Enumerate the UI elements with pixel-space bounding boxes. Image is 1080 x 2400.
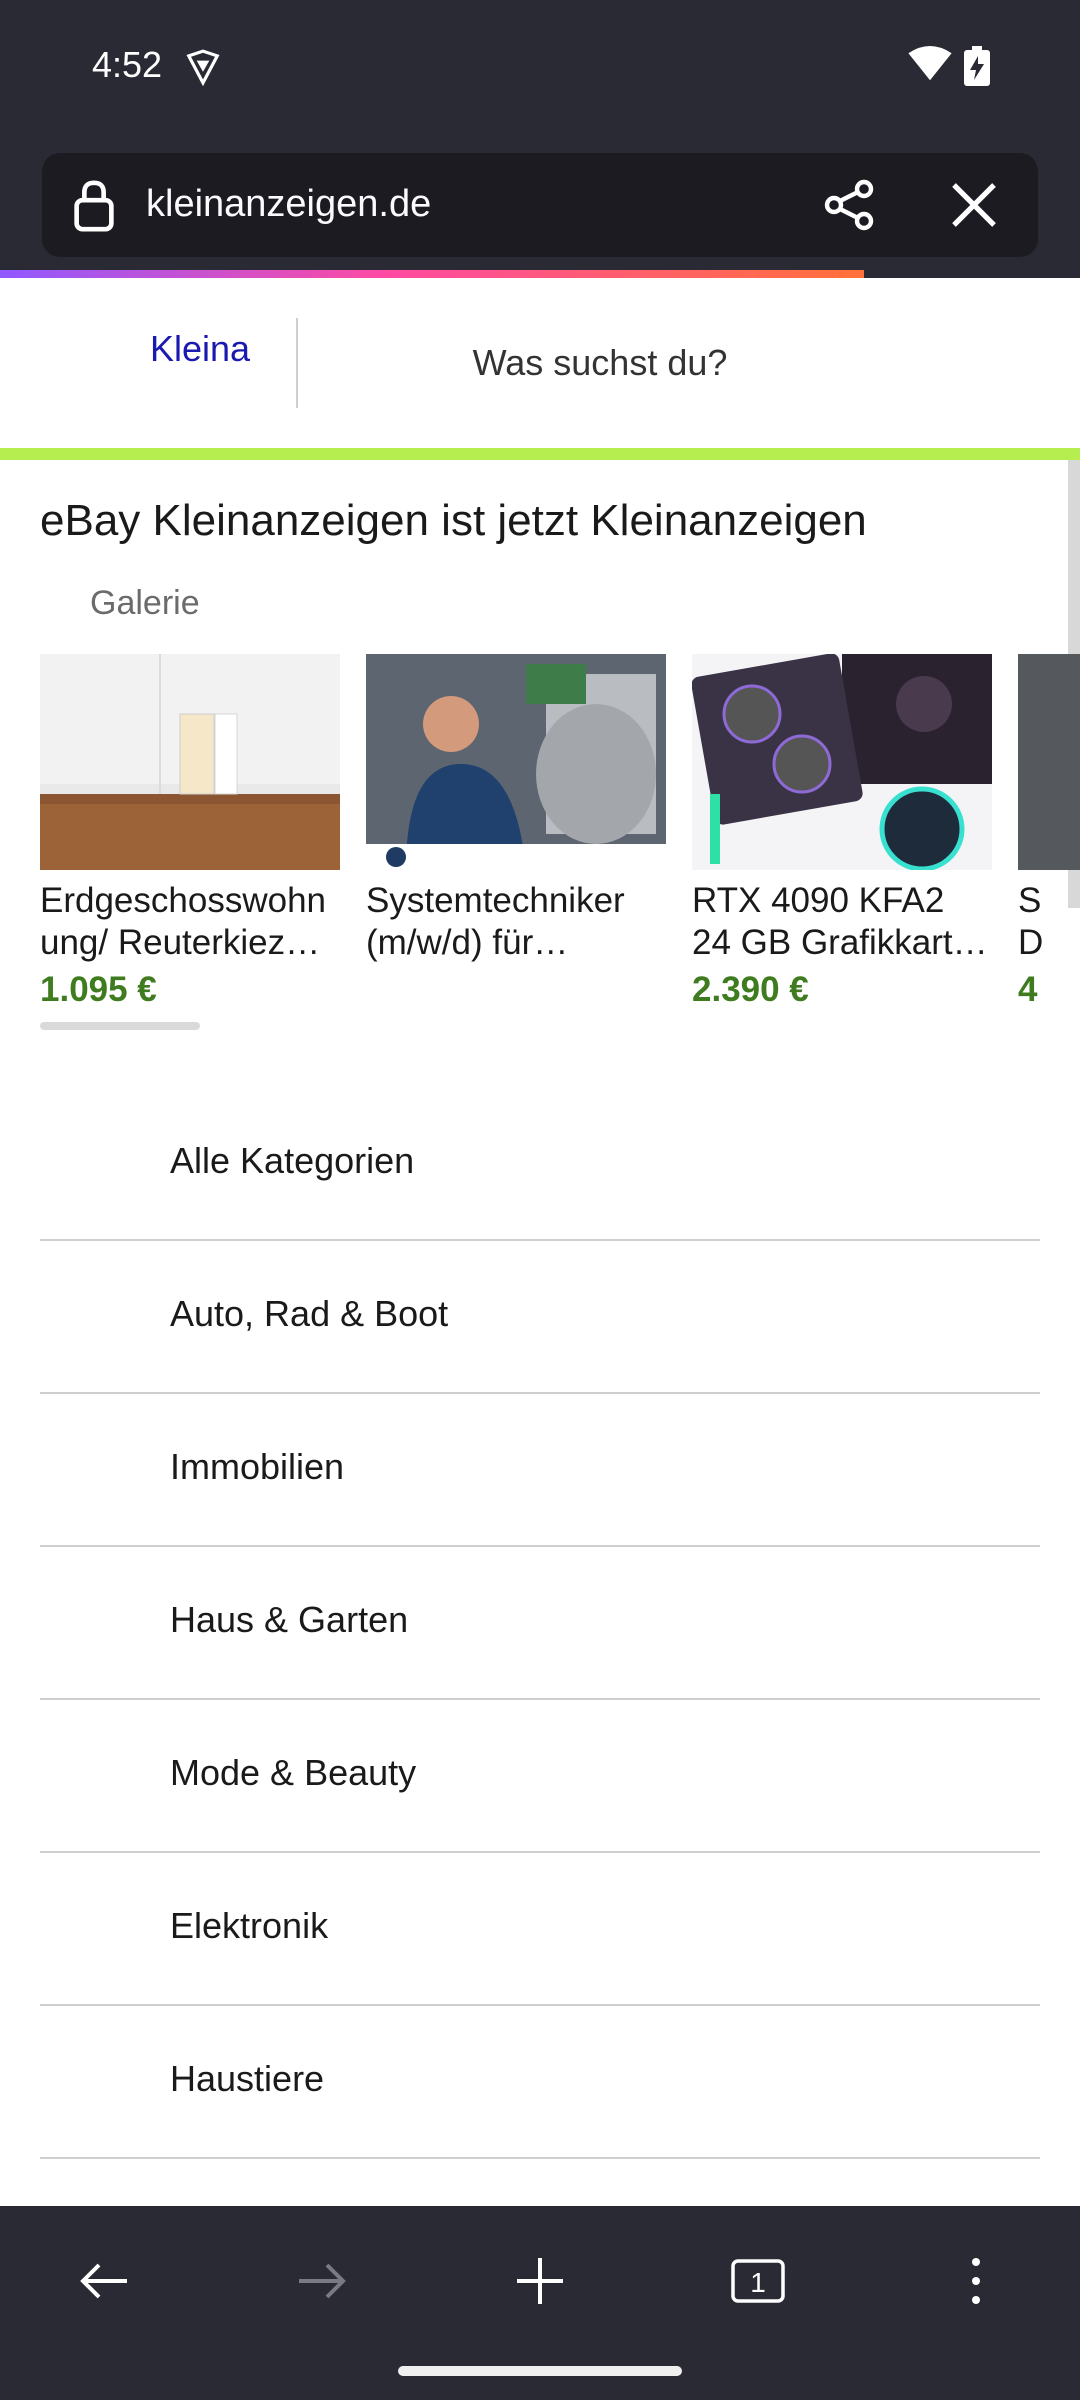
category-item-haustiere[interactable]: Haustiere <box>40 2006 1040 2159</box>
url-bar[interactable]: kleinanzeigen.de <box>42 153 1038 257</box>
category-item-auto-rad-boot[interactable]: Auto, Rad & Boot <box>40 1241 1040 1394</box>
category-label[interactable]: Elektronik <box>170 1905 328 1947</box>
header-accent-line <box>0 448 1080 460</box>
category-label[interactable]: Auto, Rad & Boot <box>170 1293 448 1335</box>
forward-arrow-icon[interactable] <box>297 2261 347 2301</box>
gallery-card-price: 2.390 € <box>692 970 809 1009</box>
gallery-card[interactable]: Systemtechniker (m/w/d) für… <box>366 654 666 970</box>
category-item-haus-garten[interactable]: Haus & Garten <box>40 1547 1040 1700</box>
gallery-label: Galerie <box>90 584 200 622</box>
browser-chrome: 4:52 kleinanzeigen.de <box>0 0 1080 278</box>
technician-photo[interactable] <box>366 654 666 870</box>
plus-icon[interactable] <box>515 2256 565 2306</box>
category-label[interactable]: Haustiere <box>170 2058 324 2100</box>
gallery-card-title[interactable]: Systemtechniker <box>366 880 666 922</box>
url-text[interactable]: kleinanzeigen.de <box>146 183 431 226</box>
category-item-elektronik[interactable]: Elektronik <box>40 1853 1040 2006</box>
close-icon[interactable] <box>948 179 1000 231</box>
back-arrow-icon[interactable] <box>79 2261 129 2301</box>
site-header: Kleina Was suchst du? <box>0 278 1080 450</box>
gallery-card[interactable]: Erdgeschosswohn ung/ Reuterkiez… 1.095 € <box>40 654 340 1010</box>
page-headline: eBay Kleinanzeigen ist jetzt Kleinanzeig… <box>40 496 867 545</box>
tabs-count-icon[interactable]: 1 <box>731 2259 785 2303</box>
site-logo[interactable]: Kleina <box>150 328 250 370</box>
back-button[interactable] <box>64 2246 144 2316</box>
battery-charging-icon <box>964 46 990 86</box>
tabs-button[interactable]: 1 <box>718 2246 798 2316</box>
gallery-card-title[interactable]: Erdgeschosswohn <box>40 880 340 922</box>
category-label[interactable]: Immobilien <box>170 1446 344 1488</box>
gallery-carousel[interactable]: Erdgeschosswohn ung/ Reuterkiez… 1.095 €… <box>40 654 1080 1034</box>
gallery-card-title[interactable]: (m/w/d) für… <box>366 922 666 964</box>
bottom-toolbar: 1 <box>0 2206 1080 2400</box>
category-item-immobilien[interactable]: Immobilien <box>40 1394 1040 1547</box>
gallery-card-title[interactable]: S <box>1018 880 1080 922</box>
search-input[interactable]: Was suchst du? <box>300 318 900 408</box>
lock-icon[interactable] <box>72 179 116 233</box>
category-item-mode-beauty[interactable]: Mode & Beauty <box>40 1700 1040 1853</box>
gallery-card-price: 1.095 € <box>40 970 157 1009</box>
header-divider <box>296 318 298 408</box>
home-indicator[interactable] <box>398 2366 682 2376</box>
gallery-card[interactable]: S D 4 <box>1018 654 1080 1010</box>
wifi-icon <box>908 46 952 81</box>
forward-button[interactable] <box>282 2246 362 2316</box>
partial-item-photo[interactable] <box>1018 654 1080 870</box>
category-label[interactable]: Mode & Beauty <box>170 1752 416 1794</box>
status-time: 4:52 <box>92 44 163 85</box>
gallery-scroll-indicator <box>40 1022 200 1030</box>
gallery-card-title[interactable]: D <box>1018 922 1080 964</box>
gallery-card-price: 4 <box>1018 970 1038 1009</box>
category-label[interactable]: Alle Kategorien <box>170 1140 414 1182</box>
kebab-menu-icon[interactable] <box>969 2256 983 2306</box>
share-icon[interactable] <box>822 177 878 233</box>
menu-button[interactable] <box>936 2246 1016 2316</box>
category-list: Alle Kategorien Auto, Rad & Boot Immobil… <box>40 1088 1040 2159</box>
graphics-card-photo[interactable] <box>692 654 992 870</box>
category-label[interactable]: Haus & Garten <box>170 1599 408 1641</box>
apartment-photo[interactable] <box>40 654 340 870</box>
gallery-card-title[interactable]: 24 GB Grafikkart… <box>692 922 992 964</box>
tab-count[interactable]: 1 <box>750 2267 766 2298</box>
page-load-progress <box>0 270 864 278</box>
category-item-alle-kategorien[interactable]: Alle Kategorien <box>40 1088 1040 1241</box>
gallery-card[interactable]: RTX 4090 KFA2 24 GB Grafikkart… 2.390 € <box>692 654 992 1010</box>
gallery-card-title[interactable]: ung/ Reuterkiez… <box>40 922 340 964</box>
vpn-shield-icon <box>186 49 220 86</box>
new-tab-button[interactable] <box>500 2246 580 2316</box>
gallery-card-title[interactable]: RTX 4090 KFA2 <box>692 880 992 922</box>
